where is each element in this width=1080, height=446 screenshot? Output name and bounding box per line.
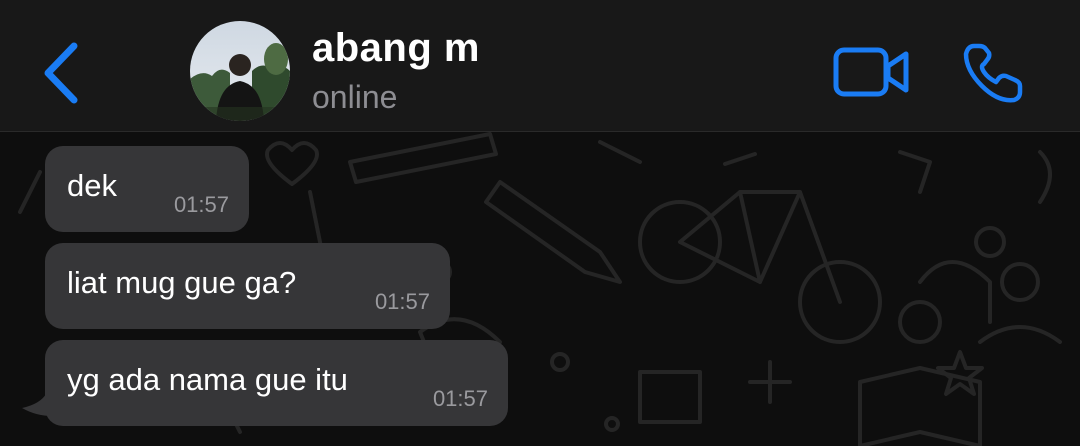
contact-status: online: [312, 79, 398, 115]
message-time: 01:57: [374, 289, 430, 314]
message-text: liat mug gue ga?: [67, 265, 297, 300]
voice-call-button[interactable]: [960, 40, 1026, 106]
message-text: dek: [67, 168, 117, 203]
message-bubble[interactable]: liat mug gue ga? 01:57: [45, 243, 450, 329]
message-time: 01:57: [173, 192, 229, 217]
message-time: 01:57: [432, 386, 488, 411]
message-bubble[interactable]: yg ada nama gue itu 01:57: [45, 340, 508, 426]
phone-icon: [963, 43, 1023, 103]
message-bubble[interactable]: dek 01:57: [45, 146, 249, 232]
contact-name[interactable]: abang m: [312, 26, 480, 71]
avatar[interactable]: [190, 21, 290, 121]
message-list[interactable]: dek 01:57 liat mug gue ga? 01:57 yg ada …: [0, 132, 1080, 446]
video-camera-icon: [833, 47, 909, 97]
avatar-photo: [190, 21, 290, 121]
chat-screen: abang m online dek 01:57 liat mug gue ga…: [0, 0, 1080, 446]
chevron-left-icon: [44, 42, 78, 104]
video-call-button[interactable]: [832, 44, 912, 100]
message-text: yg ada nama gue itu: [67, 362, 348, 397]
chat-header: abang m online: [0, 0, 1080, 132]
back-button[interactable]: [34, 38, 94, 108]
